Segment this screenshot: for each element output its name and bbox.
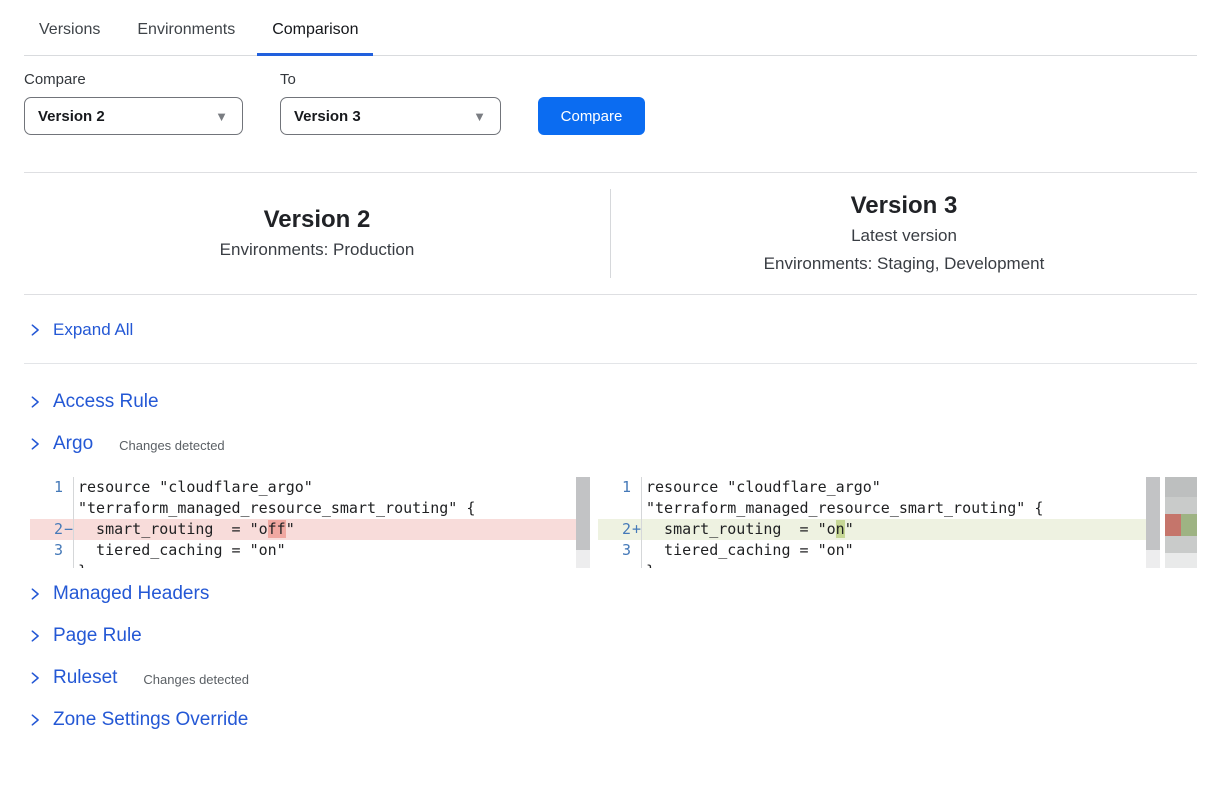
compare-button[interactable]: Compare xyxy=(538,97,645,135)
chevron-right-icon xyxy=(28,587,42,601)
scrollbar-thumb[interactable] xyxy=(1146,477,1160,550)
code-line: 1 resource "cloudflare_argo" xyxy=(598,477,1160,498)
version-right-panel: Version 3 Latest version Environments: S… xyxy=(611,173,1197,294)
compare-from-select[interactable]: Version 2 ▼ xyxy=(24,97,243,135)
version-right-subtitle: Latest version xyxy=(851,222,957,249)
section-argo[interactable]: Argo Changes detected xyxy=(24,423,1197,465)
line-number: 3 xyxy=(598,540,631,561)
diff-overview-ruler[interactable] xyxy=(1165,477,1197,568)
code-line: 3 tiered_caching = "on" xyxy=(30,540,590,561)
changes-badge: Changes detected xyxy=(143,669,249,687)
tab-environments[interactable]: Environments xyxy=(122,21,250,55)
version-headers: Version 2 Environments: Production Versi… xyxy=(24,172,1197,295)
code-line: } xyxy=(598,561,1160,568)
caret-down-icon: ▼ xyxy=(473,110,486,123)
code-line: 1 resource "cloudflare_argo" xyxy=(30,477,590,498)
line-number: 1 xyxy=(598,477,631,498)
chevron-right-icon xyxy=(28,323,42,337)
tab-comparison[interactable]: Comparison xyxy=(257,21,373,56)
section-label: Ruleset xyxy=(53,667,117,689)
compare-to-label: To xyxy=(280,71,501,88)
compare-controls: Compare Version 2 ▼ To Version 3 ▼ Compa… xyxy=(24,71,1197,135)
line-number: 2 xyxy=(30,519,63,540)
version-left-subtitle: Environments: Production xyxy=(220,236,415,263)
caret-down-icon: ▼ xyxy=(215,110,228,123)
section-label: Zone Settings Override xyxy=(53,709,248,731)
code-line-wrap: "terraform_managed_resource_smart_routin… xyxy=(598,498,1160,519)
changes-badge: Changes detected xyxy=(119,435,225,453)
scrollbar-thumb[interactable] xyxy=(576,477,590,550)
chevron-right-icon xyxy=(28,713,42,727)
line-number: 1 xyxy=(30,477,63,498)
comparison-page: Versions Environments Comparison Compare… xyxy=(0,0,1224,741)
section-label: Access Rule xyxy=(53,391,159,413)
argo-diff-viewer: 1 resource "cloudflare_argo" "terraform_… xyxy=(30,477,1197,568)
line-number: 3 xyxy=(30,540,63,561)
section-page-rule[interactable]: Page Rule xyxy=(24,615,1197,657)
compare-from-label: Compare xyxy=(24,71,243,88)
expand-all-label: Expand All xyxy=(53,320,133,340)
scrollbar-vertical[interactable] xyxy=(576,477,590,568)
deleted-sign: − xyxy=(63,519,73,540)
line-number: 2 xyxy=(598,519,631,540)
tab-versions[interactable]: Versions xyxy=(24,21,115,55)
section-zone-settings-override[interactable]: Zone Settings Override xyxy=(24,699,1197,741)
version-right-title: Version 3 xyxy=(851,190,958,221)
chevron-right-icon xyxy=(28,629,42,643)
ruler-deleted-mark xyxy=(1165,514,1181,536)
section-access-rule[interactable]: Access Rule xyxy=(24,381,1197,423)
section-label: Argo xyxy=(53,433,93,455)
expand-all-button[interactable]: Expand All xyxy=(24,295,1197,364)
ruler-viewport xyxy=(1165,477,1197,497)
version-right-subtitle-2: Environments: Staging, Development xyxy=(764,250,1045,277)
added-sign: + xyxy=(631,519,641,540)
code-line-added: 2+ smart_routing = "on" xyxy=(598,519,1160,540)
scrollbar-vertical[interactable] xyxy=(1146,477,1160,568)
ruler-added-mark xyxy=(1181,514,1197,536)
section-label: Page Rule xyxy=(53,625,142,647)
code-line: 3 tiered_caching = "on" xyxy=(598,540,1160,561)
code-line-wrap: "terraform_managed_resource_smart_routin… xyxy=(30,498,590,519)
diff-panel-left: 1 resource "cloudflare_argo" "terraform_… xyxy=(30,477,590,568)
compare-from-value: Version 2 xyxy=(38,108,105,125)
compare-from-group: Compare Version 2 ▼ xyxy=(24,71,243,135)
chevron-right-icon xyxy=(28,437,42,451)
tab-bar: Versions Environments Comparison xyxy=(24,0,1197,56)
compare-to-value: Version 3 xyxy=(294,108,361,125)
code-line: } xyxy=(30,561,590,568)
version-left-panel: Version 2 Environments: Production xyxy=(24,173,610,294)
section-ruleset[interactable]: Ruleset Changes detected xyxy=(24,657,1197,699)
version-left-title: Version 2 xyxy=(264,204,371,235)
compare-to-select[interactable]: Version 3 ▼ xyxy=(280,97,501,135)
chevron-right-icon xyxy=(28,671,42,685)
chevron-right-icon xyxy=(28,395,42,409)
compare-to-group: To Version 3 ▼ xyxy=(280,71,501,135)
section-label: Managed Headers xyxy=(53,583,209,605)
diff-panel-right: 1 resource "cloudflare_argo" "terraform_… xyxy=(598,477,1160,568)
code-line-deleted: 2− smart_routing = "off" xyxy=(30,519,590,540)
section-managed-headers[interactable]: Managed Headers xyxy=(24,573,1197,615)
